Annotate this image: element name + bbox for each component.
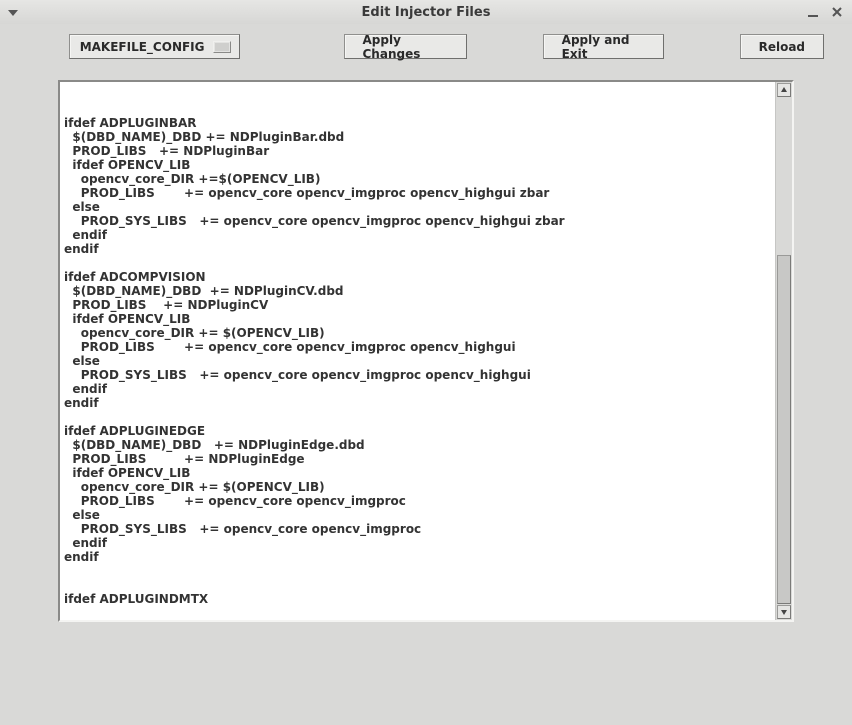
toolbar: MAKEFILE_CONFIG Apply Changes Apply and … xyxy=(0,24,852,65)
reload-label: Reload xyxy=(759,40,805,54)
dropdown-knob-icon xyxy=(213,41,231,53)
app-menu-icon[interactable] xyxy=(6,5,20,19)
scroll-down-button[interactable] xyxy=(777,605,791,619)
vertical-scrollbar[interactable] xyxy=(775,82,792,620)
apply-changes-label: Apply Changes xyxy=(363,33,448,61)
scroll-track[interactable] xyxy=(777,98,791,604)
file-select-label: MAKEFILE_CONFIG xyxy=(80,40,205,54)
scroll-thumb[interactable] xyxy=(777,255,791,604)
scroll-up-button[interactable] xyxy=(777,83,791,97)
apply-and-exit-label: Apply and Exit xyxy=(562,33,645,61)
editor-textarea[interactable]: ifdef ADPLUGINBAR $(DBD_NAME)_DBD += NDP… xyxy=(60,82,775,620)
apply-and-exit-button[interactable]: Apply and Exit xyxy=(543,34,664,59)
minimize-button[interactable] xyxy=(806,5,820,19)
window-title: Edit Injector Files xyxy=(0,5,852,20)
reload-button[interactable]: Reload xyxy=(740,34,824,59)
apply-changes-button[interactable]: Apply Changes xyxy=(344,34,467,59)
file-select-dropdown[interactable]: MAKEFILE_CONFIG xyxy=(69,34,240,59)
window-controls xyxy=(806,5,852,19)
titlebar: Edit Injector Files xyxy=(0,0,852,25)
client-area: MAKEFILE_CONFIG Apply Changes Apply and … xyxy=(0,24,852,725)
close-button[interactable] xyxy=(830,5,844,19)
editor-frame: ifdef ADPLUGINBAR $(DBD_NAME)_DBD += NDP… xyxy=(58,80,794,622)
